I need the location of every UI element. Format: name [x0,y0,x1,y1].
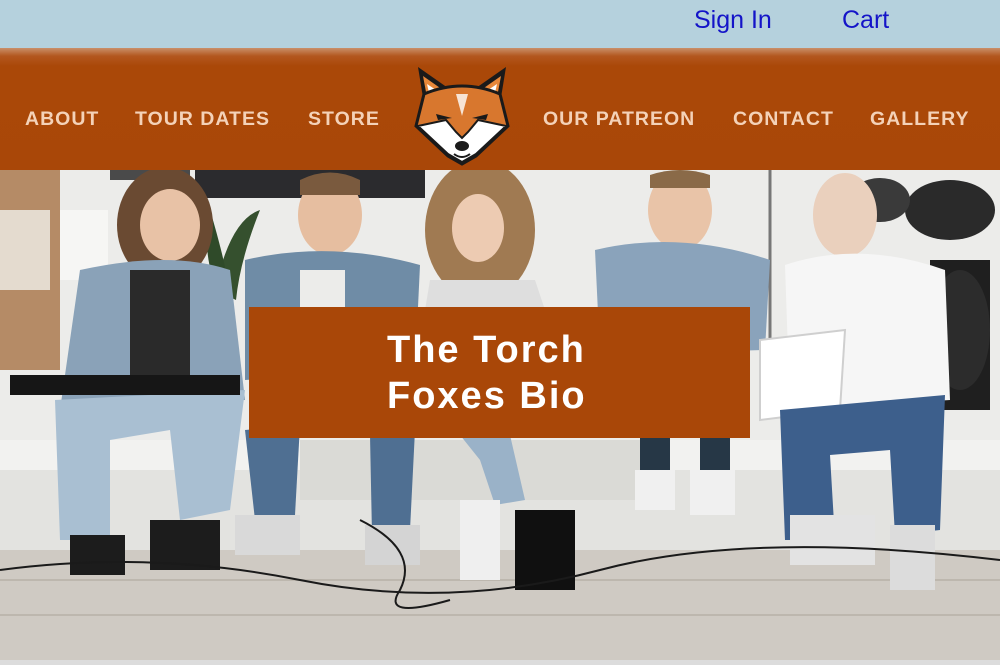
hero-title-line-1: The Torch [387,329,586,371]
hero-title-box: The Torch Foxes Bio [249,307,750,438]
sign-in-link[interactable]: Sign In [694,6,772,35]
nav-store[interactable]: STORE [308,108,380,131]
nav-about[interactable]: ABOUT [25,108,99,131]
nav-gallery[interactable]: GALLERY [870,108,969,131]
nav-our-patreon[interactable]: OUR PATREON [543,108,695,131]
nav-contact[interactable]: CONTACT [733,108,834,131]
nav-tour-dates[interactable]: TOUR DATES [135,108,270,131]
hero-title-line-2: Foxes Bio [387,375,587,417]
bottom-strip [0,660,1000,665]
fox-logo-icon[interactable] [412,64,512,169]
cart-link[interactable]: Cart [842,6,889,35]
